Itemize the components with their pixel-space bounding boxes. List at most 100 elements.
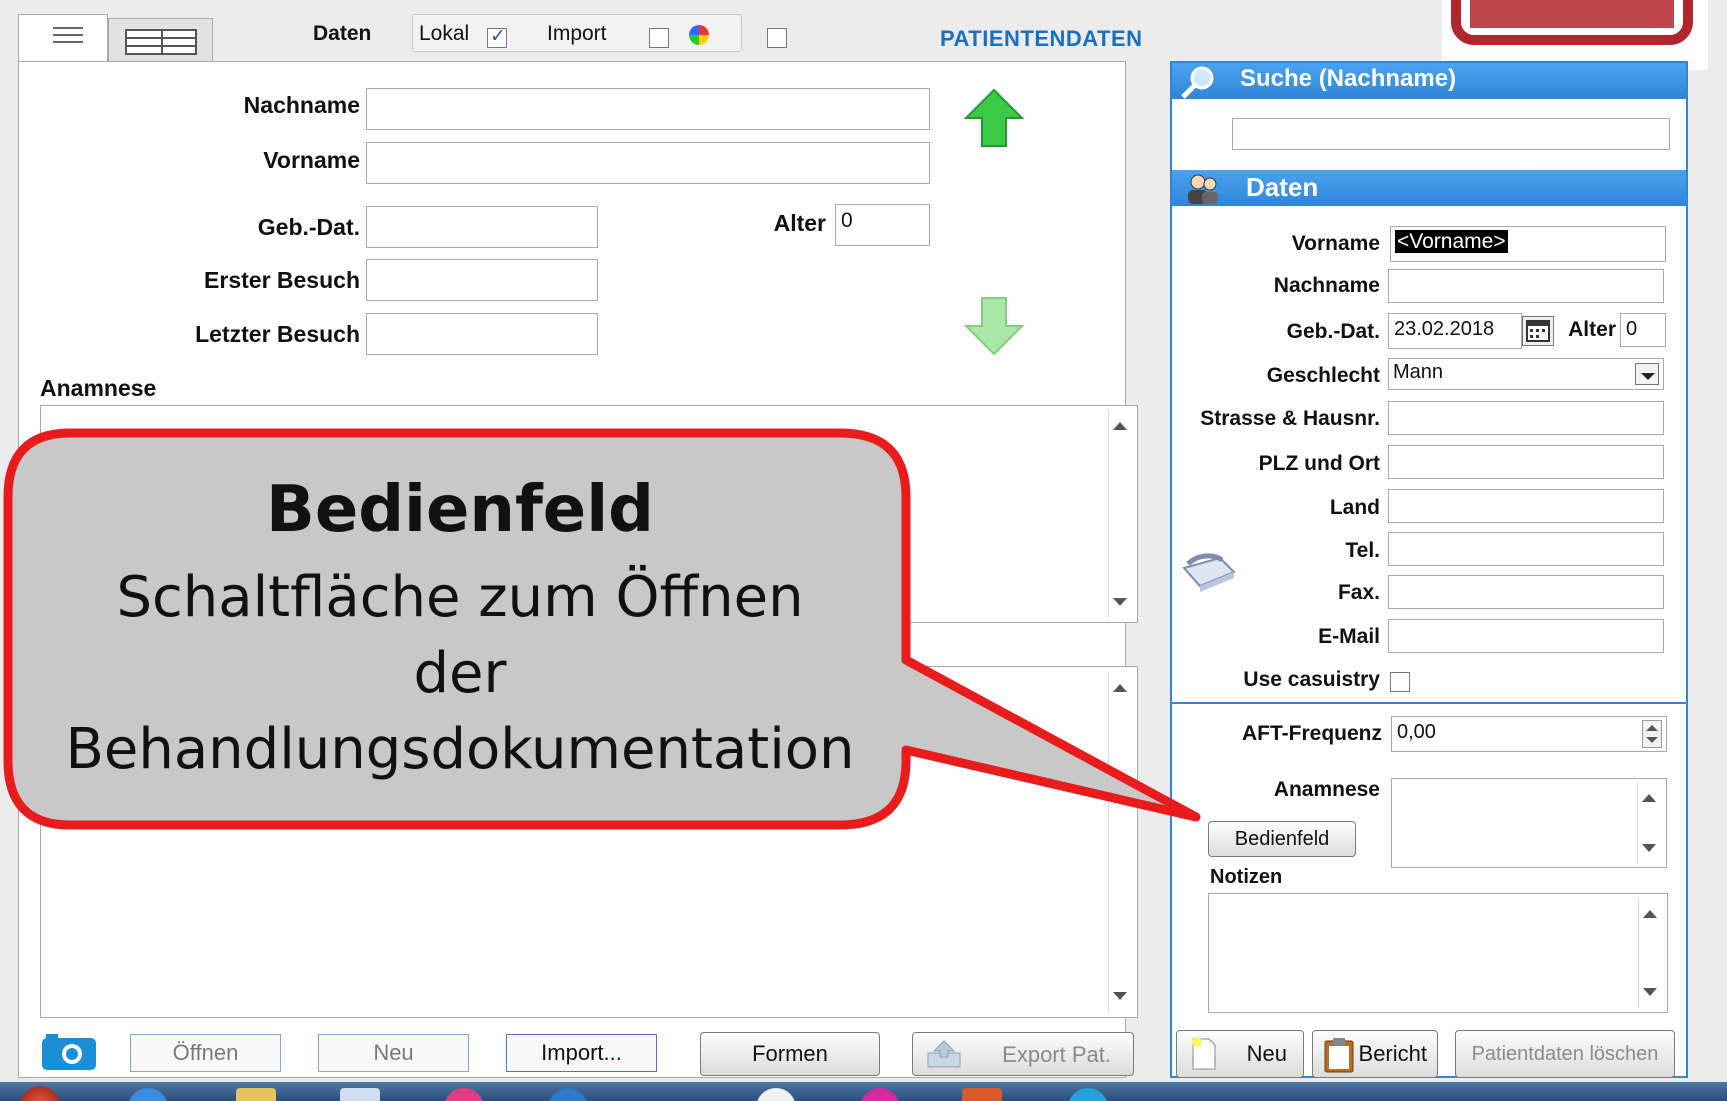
bedienfeld-button[interactable]: Bedienfeld: [1208, 821, 1356, 857]
app-icon[interactable]: [860, 1088, 900, 1101]
import-button[interactable]: Import...: [506, 1034, 657, 1072]
geb-dat-label: Geb.-Dat.: [257, 214, 360, 240]
media-icon[interactable]: [444, 1088, 484, 1101]
aft-frequenz-spinner[interactable]: 0,00: [1391, 716, 1667, 752]
erster-besuch-input[interactable]: [366, 259, 598, 301]
tab-list-view[interactable]: [18, 14, 108, 62]
record-up-arrow-icon[interactable]: [963, 88, 1025, 148]
forms-button[interactable]: Formen: [700, 1032, 880, 1076]
callout-line-1: Schaltfläche zum Öffnen: [116, 565, 804, 630]
alter-input[interactable]: 0: [835, 204, 930, 246]
calendar-icon[interactable]: [1522, 316, 1554, 346]
camera-icon[interactable]: [40, 1032, 98, 1072]
fax-input[interactable]: [1388, 575, 1664, 609]
globe-icon[interactable]: [548, 1088, 588, 1101]
nachname-input[interactable]: [366, 88, 930, 130]
page-title: PATIENTENDATEN: [940, 26, 1143, 51]
search-input[interactable]: [1232, 118, 1670, 150]
table-icon: [125, 29, 197, 55]
mail-icon[interactable]: [340, 1088, 380, 1101]
nachname-label: Nachname: [243, 92, 360, 118]
folder-icon[interactable]: [236, 1088, 276, 1101]
taskbar: [0, 1082, 1727, 1101]
geschlecht-select[interactable]: Mann: [1388, 358, 1664, 390]
local-label: Lokal: [419, 22, 470, 45]
section-divider: [1172, 702, 1686, 704]
start-button-icon[interactable]: [20, 1086, 60, 1101]
plz-label: PLZ und Ort: [1258, 452, 1380, 475]
vorname-input[interactable]: [366, 142, 930, 184]
open-button[interactable]: Öffnen: [130, 1034, 281, 1072]
notizen-label: Notizen: [1210, 866, 1283, 888]
daten-alter-input[interactable]: 0: [1620, 313, 1666, 347]
import-label: Import: [547, 22, 607, 45]
export-label: Export Pat.: [1002, 1042, 1111, 1067]
source-options: Lokal Import: [412, 14, 788, 52]
geschlecht-label: Geschlecht: [1266, 364, 1380, 387]
export-icon: [925, 1039, 963, 1069]
patients-icon: [1184, 172, 1222, 206]
daten-vorname-input[interactable]: <Vorname>: [1390, 226, 1666, 262]
notizen-scrollbar[interactable]: [1638, 898, 1662, 1008]
fax-label: Fax.: [1337, 581, 1380, 604]
patient-new-label: Neu: [1246, 1041, 1287, 1066]
presentation-icon[interactable]: [962, 1088, 1002, 1101]
vorname-label: Vorname: [263, 147, 360, 173]
browser-icon[interactable]: [128, 1088, 168, 1101]
strasse-input[interactable]: [1388, 401, 1664, 435]
daten-geb-dat-label: Geb.-Dat.: [1286, 320, 1380, 343]
new-button[interactable]: Neu: [318, 1034, 469, 1072]
anamnese-label: Anamnese: [40, 375, 157, 401]
data-tab-label: Daten: [313, 22, 372, 45]
callout-line-3: Behandlungsdokumentation: [65, 717, 855, 782]
report-button[interactable]: Bericht: [1312, 1030, 1438, 1078]
land-input[interactable]: [1388, 489, 1664, 523]
new-document-icon: [1191, 1037, 1217, 1071]
color-option-checkbox[interactable]: [767, 28, 788, 49]
record-down-arrow-icon[interactable]: [963, 296, 1025, 356]
email-label: E-Mail: [1318, 625, 1380, 648]
daten-anamnese-scrollbar[interactable]: [1637, 782, 1661, 864]
plz-input[interactable]: [1388, 445, 1664, 479]
notizen-textarea[interactable]: [1208, 893, 1668, 1013]
clock-app-icon[interactable]: [756, 1088, 796, 1101]
magnifier-icon: [1180, 65, 1216, 99]
daten-nachname-input[interactable]: [1388, 269, 1664, 303]
erster-besuch-label: Erster Besuch: [204, 267, 360, 293]
daten-vorname-label: Vorname: [1291, 232, 1380, 255]
callout-title: Bedienfeld: [266, 473, 654, 547]
tool-icon[interactable]: [1068, 1088, 1108, 1101]
letzter-besuch-label: Letzter Besuch: [195, 321, 360, 347]
daten-geb-dat-input[interactable]: 23.02.2018: [1388, 313, 1522, 349]
local-checkbox[interactable]: [487, 25, 507, 49]
color-wheel-icon: [689, 25, 709, 45]
import-checkbox[interactable]: [649, 28, 670, 49]
report-label: Bericht: [1358, 1041, 1427, 1066]
email-input[interactable]: [1388, 619, 1664, 653]
callout-bubble: Bedienfeld Schaltfläche zum Öffnen der B…: [0, 425, 1210, 845]
geschlecht-value: Mann: [1393, 361, 1444, 383]
daten-anamnese-textarea[interactable]: [1391, 778, 1667, 868]
letzter-besuch-input[interactable]: [366, 313, 598, 355]
daten-alter-label: Alter: [1568, 318, 1616, 341]
patient-new-button[interactable]: Neu: [1176, 1030, 1304, 1078]
aft-frequenz-value: 0,00: [1397, 721, 1436, 743]
geb-dat-input[interactable]: [366, 206, 598, 248]
spinner-arrows-icon: [1642, 720, 1662, 748]
alter-label: Alter: [773, 210, 826, 236]
search-header: Suche (Nachname): [1172, 63, 1686, 99]
new-stamp-logo: [1442, 0, 1708, 70]
daten-header: Daten: [1172, 170, 1686, 206]
delete-patient-button[interactable]: Patientdaten löschen: [1455, 1030, 1675, 1078]
daten-title: Daten: [1246, 172, 1319, 202]
land-label: Land: [1329, 496, 1380, 519]
casuistry-checkbox[interactable]: [1390, 672, 1410, 693]
export-patient-button[interactable]: Export Pat.: [912, 1032, 1134, 1076]
daten-nachname-label: Nachname: [1273, 274, 1380, 297]
search-title: Suche (Nachname): [1240, 65, 1457, 92]
tel-input[interactable]: [1388, 532, 1664, 566]
callout-line-2: der: [413, 641, 507, 706]
tab-table-view[interactable]: [108, 18, 213, 62]
aft-frequenz-label: AFT-Frequenz: [1242, 722, 1382, 745]
daten-anamnese-label: Anamnese: [1273, 778, 1380, 801]
